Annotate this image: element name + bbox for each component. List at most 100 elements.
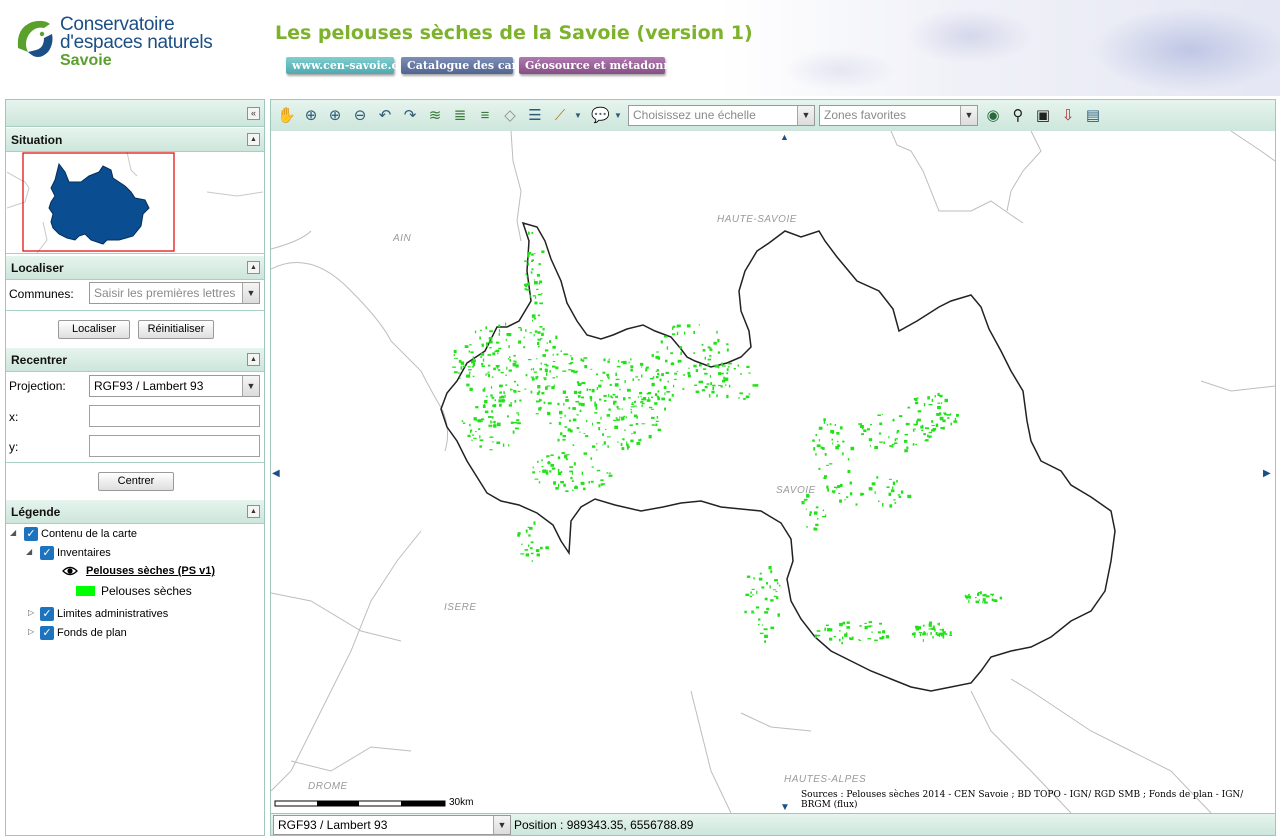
- pelouse-patch: [869, 487, 873, 491]
- cen-savoie-link[interactable]: www.cen-savoie.org: [286, 57, 412, 74]
- pelouse-patch: [758, 618, 761, 621]
- pelouse-patch: [465, 375, 469, 377]
- pelouse-patch: [591, 466, 594, 468]
- y-coordinate-input[interactable]: [89, 435, 260, 457]
- pan-icon[interactable]: ✋: [277, 107, 296, 125]
- legend-root-node[interactable]: ◢ ✓ Contenu de la carte: [10, 527, 260, 543]
- save-icon[interactable]: ▣: [1034, 107, 1052, 125]
- localiser-collapse-button[interactable]: ▲: [247, 261, 260, 274]
- globe-icon[interactable]: ◉: [984, 107, 1002, 125]
- chevron-down-icon[interactable]: ▼: [797, 106, 814, 125]
- expanded-triangle-icon[interactable]: ◢: [26, 547, 36, 556]
- zones-select[interactable]: Zones favorites ▼: [819, 105, 978, 126]
- checkbox-checked-icon[interactable]: ✓: [40, 546, 54, 560]
- geosource-link[interactable]: Géosource et métadonnées: [519, 57, 692, 74]
- list-icon[interactable]: ☰: [526, 107, 544, 125]
- legend-class-label: Pelouses sèches: [101, 584, 192, 598]
- pelouse-patch: [673, 384, 675, 388]
- pelouse-patch: [938, 622, 940, 626]
- reset-button[interactable]: Réinitialiser: [138, 320, 214, 339]
- legend-inventaires-node[interactable]: ◢ ✓ Inventaires: [26, 546, 256, 562]
- pelouse-patch: [472, 375, 475, 378]
- pelouse-patch: [530, 376, 534, 378]
- pelouse-patch: [898, 415, 903, 417]
- pelouse-patch: [524, 260, 528, 262]
- zoom-out-icon[interactable]: ⊖: [351, 107, 369, 125]
- pelouse-patch: [529, 547, 533, 550]
- pelouse-patch: [460, 366, 463, 370]
- legend-layer-node[interactable]: Pelouses sèches (PS v1): [62, 564, 262, 580]
- layers-icon[interactable]: ≋: [426, 107, 444, 125]
- recentrer-title: Recentrer: [11, 353, 68, 367]
- pelouse-patch: [839, 622, 843, 627]
- pelouse-patch: [510, 388, 512, 391]
- pelouse-patch: [766, 607, 770, 611]
- pelouse-patch: [530, 271, 533, 274]
- projection-select[interactable]: RGF93 / Lambert 93 ▼: [89, 375, 260, 397]
- map-catalogue-link[interactable]: Catalogue des cartes: [401, 57, 536, 74]
- situation-collapse-button[interactable]: ▲: [247, 133, 260, 146]
- chevron-down-icon[interactable]: ▼: [242, 376, 259, 396]
- export-icon[interactable]: ⇩: [1059, 107, 1077, 125]
- checkbox-checked-icon[interactable]: ✓: [40, 626, 54, 640]
- pelouse-patch: [608, 358, 611, 360]
- pelouse-patch: [531, 560, 533, 563]
- chevron-down-icon[interactable]: ▼: [569, 107, 587, 125]
- collapsed-triangle-icon[interactable]: ▷: [28, 608, 38, 617]
- chevron-down-icon[interactable]: ▼: [960, 106, 977, 125]
- print-icon[interactable]: ▤: [1084, 107, 1102, 125]
- x-coordinate-input[interactable]: [89, 405, 260, 427]
- legend-layer-name[interactable]: Pelouses sèches (PS v1): [86, 565, 215, 577]
- add-wfs-icon[interactable]: ≡: [476, 107, 494, 125]
- zoom-in-icon[interactable]: ⊕: [326, 107, 344, 125]
- checkbox-checked-icon[interactable]: ✓: [40, 607, 54, 621]
- centrer-button[interactable]: Centrer: [98, 472, 174, 491]
- status-projection-select[interactable]: RGF93 / Lambert 93 ▼: [273, 815, 511, 835]
- localiser-button[interactable]: Localiser: [58, 320, 130, 339]
- eye-icon[interactable]: [62, 565, 78, 577]
- wms-icon[interactable]: ◇: [501, 107, 519, 125]
- chevron-down-icon[interactable]: ▼: [609, 107, 627, 125]
- recentrer-collapse-button[interactable]: ▲: [247, 353, 260, 366]
- pelouse-patch: [708, 347, 712, 349]
- pelouse-patch: [836, 432, 840, 435]
- pelouse-patch: [489, 330, 493, 333]
- chevron-down-icon[interactable]: ▼: [493, 816, 510, 834]
- next-view-icon[interactable]: ↷: [401, 107, 419, 125]
- pelouse-patch: [564, 414, 566, 417]
- communes-combobox[interactable]: Saisir les premières lettres ▼: [89, 282, 260, 304]
- add-layer-icon[interactable]: ≣: [451, 107, 469, 125]
- pelouse-patch: [874, 639, 878, 642]
- expanded-triangle-icon[interactable]: ◢: [10, 528, 20, 537]
- pelouse-patch: [702, 349, 706, 352]
- zones-placeholder: Zones favorites: [824, 108, 907, 122]
- collapsed-triangle-icon[interactable]: ▷: [28, 627, 38, 636]
- binoculars-icon[interactable]: ⚲: [1009, 107, 1027, 125]
- pelouse-patch: [832, 442, 834, 445]
- measure-icon[interactable]: ⟋: [551, 107, 569, 125]
- map-canvas[interactable]: ▲ ▼ ◀ ▶: [271, 131, 1275, 813]
- map-view[interactable]: ▲ ▼ ◀ ▶ AIN HAUTE-SAVOIE SAVOIE ISERE DR…: [270, 131, 1276, 813]
- overview-map[interactable]: [7, 152, 263, 253]
- pelouse-patch: [615, 417, 618, 419]
- scale-select[interactable]: Choisissez une échelle ▼: [628, 105, 815, 126]
- pelouse-patch: [764, 611, 769, 614]
- legend-fonds-node[interactable]: ▷ ✓ Fonds de plan: [26, 626, 256, 642]
- checkbox-checked-icon[interactable]: ✓: [24, 527, 38, 541]
- pelouse-patch: [497, 352, 499, 355]
- comment-icon[interactable]: 💬: [591, 107, 610, 125]
- pelouse-patch: [833, 486, 837, 488]
- chevron-down-icon[interactable]: ▼: [242, 283, 259, 303]
- pelouse-patch: [927, 396, 930, 400]
- pelouse-patch: [942, 631, 946, 634]
- collapse-panel-button[interactable]: «: [247, 107, 260, 120]
- pelouse-patch: [608, 472, 611, 474]
- legend-limites-node[interactable]: ▷ ✓ Limites administratives: [26, 607, 256, 623]
- pelouse-patch: [602, 444, 604, 446]
- pelouse-patch: [523, 336, 525, 339]
- pelouse-patch: [704, 356, 706, 360]
- zoom-extent-icon[interactable]: ⊕: [302, 107, 320, 125]
- previous-view-icon[interactable]: ↶: [376, 107, 394, 125]
- separator: [6, 310, 264, 311]
- legende-collapse-button[interactable]: ▲: [247, 505, 260, 518]
